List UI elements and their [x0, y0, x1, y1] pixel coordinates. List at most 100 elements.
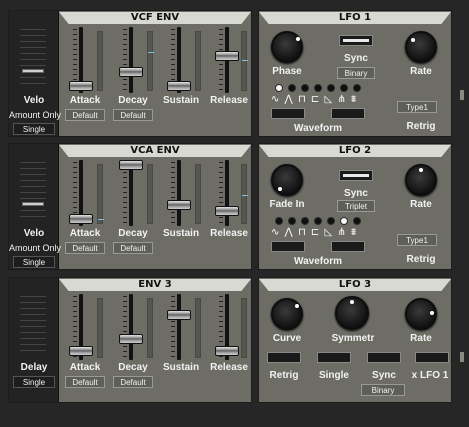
lfo3-symmetry-knob[interactable]: [335, 296, 369, 330]
vca-sustain-fader[interactable]: [167, 160, 191, 226]
lfo1-sync-button[interactable]: [339, 35, 373, 46]
vcf-velo-mode[interactable]: Amount Only: [9, 110, 61, 120]
lfo3-rate-knob[interactable]: [405, 298, 437, 330]
vca-velo-curve[interactable]: Single: [13, 256, 55, 268]
lfo3-retrig-button[interactable]: [267, 352, 301, 363]
lfo2-wave-led: [288, 217, 296, 225]
lfo3-curve-knob[interactable]: [271, 298, 303, 330]
lfo2-type-value[interactable]: Type1: [397, 234, 437, 246]
lfo2-wave-up-button[interactable]: [331, 241, 365, 252]
vca-velo-label: Velo: [23, 228, 45, 239]
lfo1-type-value[interactable]: Type1: [397, 101, 437, 113]
lfo1-phase-knob[interactable]: [271, 31, 303, 63]
env3-sustain-label: Sustain: [162, 362, 200, 373]
vcf-decay-curve[interactable]: Default: [113, 109, 153, 121]
lfo1-sync-value[interactable]: Binary: [337, 67, 375, 79]
vca-attack-fader[interactable]: [69, 160, 93, 226]
env3-decay-label: Decay: [118, 362, 148, 373]
lfo3-xlfo-button[interactable]: [415, 352, 449, 363]
env3-delay-label: Delay: [20, 362, 48, 373]
env3-release-label: Release: [210, 362, 248, 373]
lfo1-wave-led: [288, 84, 296, 92]
lfo1-sync-label: Sync: [344, 53, 368, 64]
env3-decay-fader[interactable]: [119, 294, 143, 360]
lfo2-wave-led: [327, 217, 335, 225]
env3-sustain-fader[interactable]: [167, 294, 191, 360]
lfo1-wave-led: [353, 84, 361, 92]
vca-velo-column: Velo Amount Only Single: [9, 144, 61, 269]
vca-decay-label: Decay: [118, 228, 148, 239]
env3-attack-label: Attack: [69, 362, 101, 373]
env3-decay-curve[interactable]: Default: [113, 376, 153, 388]
lfo1-wave-led: [275, 84, 283, 92]
right-edge-divider: [460, 90, 464, 100]
lfo3-single-button[interactable]: [317, 352, 351, 363]
lfo3-retrig-label: Retrig: [269, 370, 299, 381]
vcf-sustain-fader[interactable]: [167, 27, 191, 93]
lfo1-waveform-icons: ∿ ⋀ ⊓ ⊏ ◺ ⋔ ⩩: [271, 94, 358, 105]
lfo1-wave-led: [301, 84, 309, 92]
env3-delay-slider[interactable]: [20, 292, 46, 358]
vcf-velo-column: Velo Amount Only Single: [9, 11, 61, 136]
vca-velo-slider[interactable]: [20, 158, 46, 224]
vcf-env-title: VCF ENV: [59, 12, 251, 24]
lfo2-fade-knob[interactable]: [271, 164, 303, 196]
vcf-velo-curve[interactable]: Single: [13, 123, 55, 135]
vca-release-fader[interactable]: [215, 160, 239, 226]
lfo1-rate-knob[interactable]: [405, 31, 437, 63]
vca-decay-fader[interactable]: [119, 160, 143, 226]
vcf-attack-fader[interactable]: [69, 27, 93, 93]
lfo1-wave-led: [340, 84, 348, 92]
lfo1-retrig-label[interactable]: Retrig: [397, 121, 445, 132]
vcf-decay-fader[interactable]: [119, 27, 143, 93]
vcf-attack-meter: [97, 31, 103, 91]
lfo2-sync-button[interactable]: [339, 170, 373, 181]
lfo2-wave-led: [275, 217, 283, 225]
env3-decay-meter: [147, 298, 153, 358]
vca-env-panel: VCA ENV Velo Amount Only Single Attack D…: [8, 143, 252, 270]
env3-release-meter: [241, 298, 247, 358]
vca-velo-mode[interactable]: Amount Only: [9, 243, 61, 253]
vcf-decay-meter: [147, 31, 154, 91]
vca-decay-meter: [147, 164, 153, 224]
env3-attack-curve[interactable]: Default: [65, 376, 105, 388]
lfo1-phase-label: Phase: [272, 66, 302, 77]
lfo2-waveform-label: Waveform: [294, 256, 342, 267]
lfo2-waveform-icons: ∿ ⋀ ⊓ ⊏ ◺ ⋔ ⩩: [271, 227, 358, 238]
lfo3-sync-button[interactable]: [367, 352, 401, 363]
vcf-attack-label: Attack: [69, 95, 101, 106]
lfo2-sync-value[interactable]: Triplet: [337, 200, 375, 212]
lfo1-panel: LFO 1 Phase Sync Binary Rate ∿ ⋀ ⊓ ⊏ ◺ ⋔…: [258, 10, 452, 137]
lfo2-title: LFO 2: [259, 145, 451, 157]
vcf-velo-slider[interactable]: [20, 25, 46, 91]
vcf-release-fader[interactable]: [215, 27, 239, 93]
lfo1-rate-label: Rate: [410, 66, 432, 77]
vcf-sustain-meter: [195, 31, 201, 91]
vca-env-title: VCA ENV: [59, 145, 251, 157]
vcf-env-panel: VCF ENV Velo Amount Only Single Attack D…: [8, 10, 252, 137]
right-edge-divider: [460, 352, 464, 362]
vcf-decay-label: Decay: [118, 95, 148, 106]
lfo1-wave-up-button[interactable]: [331, 108, 365, 119]
vca-attack-curve[interactable]: Default: [65, 242, 105, 254]
lfo2-retrig-label[interactable]: Retrig: [397, 254, 445, 265]
lfo2-rate-label: Rate: [410, 199, 432, 210]
vcf-attack-curve[interactable]: Default: [65, 109, 105, 121]
lfo1-waveform-label: Waveform: [294, 123, 342, 134]
lfo1-wave-down-button[interactable]: [271, 108, 305, 119]
lfo3-sync-value[interactable]: Binary: [361, 384, 405, 396]
lfo2-wave-down-button[interactable]: [271, 241, 305, 252]
env3-attack-meter: [97, 298, 103, 358]
env3-release-fader[interactable]: [215, 294, 239, 360]
env3-delay-curve[interactable]: Single: [13, 376, 55, 388]
env3-attack-fader[interactable]: [69, 294, 93, 360]
vca-decay-curve[interactable]: Default: [113, 242, 153, 254]
vca-sustain-label: Sustain: [162, 228, 200, 239]
lfo2-wave-led: [353, 217, 361, 225]
lfo2-rate-knob[interactable]: [405, 164, 437, 196]
lfo3-xlfo-label: x LFO 1: [411, 370, 449, 381]
synth-modulation-section: VCF ENV Velo Amount Only Single Attack D…: [0, 0, 469, 427]
lfo2-sync-label: Sync: [344, 188, 368, 199]
lfo3-rate-label: Rate: [410, 333, 432, 344]
vcf-release-meter: [241, 31, 248, 91]
